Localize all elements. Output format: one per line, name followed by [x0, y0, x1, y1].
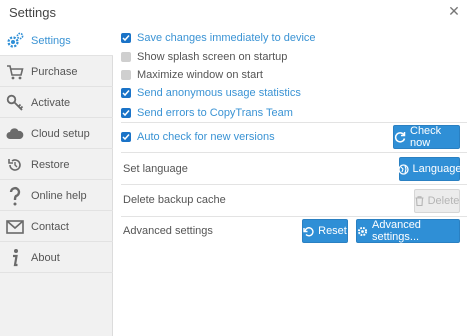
divider	[121, 216, 467, 217]
check-now-button[interactable]: Check now	[393, 125, 460, 149]
sidebar-item-purchase[interactable]: Purchase	[0, 57, 113, 87]
checkbox-checked[interactable]	[121, 108, 131, 118]
sidebar-item-label: Contact	[31, 220, 69, 233]
sidebar-item-cloud-setup[interactable]: Cloud setup	[0, 119, 113, 149]
sidebar-item-label: Purchase	[31, 65, 78, 78]
question-icon	[0, 181, 30, 211]
info-icon	[0, 243, 30, 273]
sidebar-item-about[interactable]: About	[0, 243, 113, 273]
cloud-icon	[0, 119, 30, 149]
title-bar: Settings ✕	[0, 0, 474, 26]
sidebar-item-label: Activate	[31, 96, 71, 109]
option-save-immediately[interactable]: Save changes immediately to device	[121, 30, 316, 46]
checkbox-unchecked[interactable]	[121, 52, 131, 62]
close-icon[interactable]: ✕	[434, 0, 474, 22]
sidebar: Settings Purchase Activate Cloud setup R…	[0, 26, 113, 336]
window-title: Settings	[9, 5, 56, 20]
checkbox-unchecked[interactable]	[121, 70, 131, 80]
check-now-label: Check now	[410, 125, 442, 149]
sidebar-item-label: About	[31, 251, 60, 264]
option-send-errors[interactable]: Send errors to CopyTrans Team	[121, 105, 293, 121]
restore-icon	[0, 150, 30, 180]
checkbox-checked[interactable]	[121, 132, 131, 142]
delete-backup-label: Delete backup cache	[123, 194, 226, 206]
gear-icon	[357, 226, 368, 237]
option-label: Send anonymous usage statistics	[137, 87, 301, 99]
divider	[121, 184, 467, 185]
gear-icon	[0, 26, 30, 56]
trash-icon	[415, 196, 424, 206]
language-button[interactable]: Language	[397, 157, 462, 181]
sidebar-item-label: Settings	[31, 34, 71, 47]
undo-icon	[303, 226, 314, 237]
delete-button[interactable]: Delete	[414, 189, 460, 213]
option-auto-check[interactable]: Auto check for new versions	[121, 129, 275, 145]
option-usage-statistics[interactable]: Send anonymous usage statistics	[121, 85, 301, 101]
advanced-settings-label: Advanced settings	[123, 225, 213, 237]
option-label: Maximize window on start	[137, 69, 263, 81]
reset-button[interactable]: Reset	[302, 219, 348, 243]
sidebar-item-settings[interactable]: Settings	[0, 26, 113, 56]
sidebar-item-label: Online help	[31, 189, 87, 202]
divider	[121, 122, 467, 123]
delete-label: Delete	[427, 195, 460, 207]
divider	[121, 152, 467, 153]
option-splash-screen[interactable]: Show splash screen on startup	[121, 49, 287, 65]
sidebar-item-activate[interactable]: Activate	[0, 88, 113, 118]
set-language-label: Set language	[123, 163, 188, 175]
sidebar-item-restore[interactable]: Restore	[0, 150, 113, 180]
reset-label: Reset	[318, 225, 347, 237]
option-label: Send errors to CopyTrans Team	[137, 107, 293, 119]
settings-panel: Save changes immediately to device Show …	[114, 26, 474, 336]
refresh-icon	[394, 131, 406, 143]
sidebar-item-label: Restore	[31, 158, 70, 171]
option-label: Show splash screen on startup	[137, 51, 288, 63]
language-label: Language	[412, 163, 462, 175]
cart-icon	[0, 57, 30, 87]
globe-icon	[397, 163, 409, 175]
advanced-settings-button-label: Advanced settings...	[372, 219, 421, 243]
option-label: Auto check for new versions	[137, 131, 275, 143]
sidebar-item-contact[interactable]: Contact	[0, 212, 113, 242]
sidebar-item-label: Cloud setup	[31, 127, 90, 140]
option-maximize-window[interactable]: Maximize window on start	[121, 67, 263, 83]
checkbox-checked[interactable]	[121, 33, 131, 43]
sidebar-item-online-help[interactable]: Online help	[0, 181, 113, 211]
envelope-icon	[0, 212, 30, 242]
advanced-settings-button[interactable]: Advanced settings...	[356, 219, 460, 243]
key-icon	[0, 88, 30, 118]
option-label: Save changes immediately to device	[137, 32, 316, 44]
checkbox-checked[interactable]	[121, 88, 131, 98]
